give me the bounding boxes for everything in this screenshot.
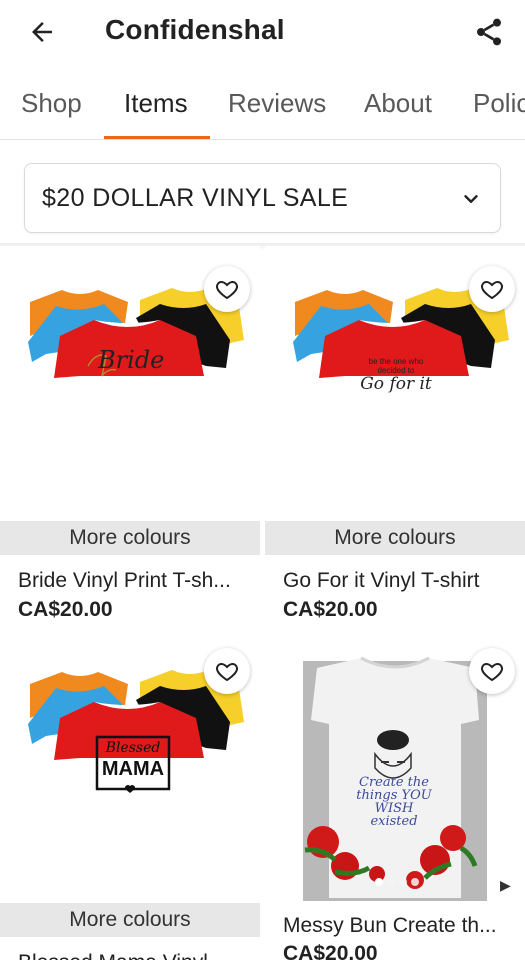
section-filter-bar: $20 DOLLAR VINYL SALE: [0, 140, 525, 246]
carousel-dot[interactable]: [375, 878, 383, 886]
favorite-button[interactable]: [469, 648, 515, 694]
back-button[interactable]: [22, 12, 62, 52]
chevron-down-icon: [464, 195, 478, 203]
shirt-print-text: Bride: [98, 346, 165, 374]
heart-icon: [216, 280, 238, 300]
listing-image[interactable]: Blessed MAMA: [0, 628, 260, 903]
shop-tabs: Shop Items Reviews About Policies: [0, 72, 525, 140]
tab-shop[interactable]: Shop: [21, 88, 82, 119]
listing-image[interactable]: Create the things YOU WISH existed: [265, 628, 525, 903]
listing-image[interactable]: be the one who decided to Go for it: [265, 246, 525, 521]
tab-items[interactable]: Items: [124, 88, 188, 119]
shirt-print-small-text: be the one who decided to: [368, 357, 424, 375]
heart-icon: [481, 280, 503, 300]
carousel-dot[interactable]: [411, 878, 419, 886]
listing-title[interactable]: Bride Vinyl Print T-sh...: [18, 569, 254, 593]
heart-icon: [216, 662, 238, 682]
more-colours-banner: More colours: [0, 521, 260, 555]
tab-reviews[interactable]: Reviews: [228, 88, 326, 119]
tab-policies[interactable]: Policies: [473, 88, 525, 119]
listing-title[interactable]: Go For it Vinyl T-shirt: [283, 569, 519, 593]
heart-icon: [481, 662, 503, 682]
tab-about[interactable]: About: [364, 88, 432, 119]
shirt-print-small-text: Blessed: [105, 740, 161, 756]
more-colours-banner: More colours: [0, 903, 260, 937]
carousel-next-icon[interactable]: ▶: [500, 877, 511, 894]
shop-title: Confidenshal: [105, 14, 285, 45]
listing-image[interactable]: Bride: [0, 246, 260, 521]
shirt-print-text: Create the things YOU WISH existed: [356, 775, 432, 829]
shirt-print-text: MAMA: [101, 758, 165, 780]
carousel-dot[interactable]: [387, 878, 395, 886]
listing-title[interactable]: Messy Bun Create th...: [283, 914, 519, 938]
listing-title[interactable]: Blessed Mama Vinyl ...: [18, 951, 254, 960]
more-colours-banner: More colours: [265, 521, 525, 555]
share-icon: [477, 18, 501, 46]
listing-price: CA$20.00: [18, 598, 113, 621]
image-carousel-dots: [375, 878, 419, 886]
share-button[interactable]: [467, 10, 511, 54]
favorite-button[interactable]: [204, 648, 250, 694]
arrow-left-icon: [32, 22, 52, 42]
listing-price: CA$20.00: [283, 942, 378, 960]
section-select-value: $20 DOLLAR VINYL SALE: [42, 183, 349, 212]
carousel-dot[interactable]: [399, 878, 407, 886]
favorite-button[interactable]: [204, 266, 250, 312]
app-bar: Confidenshal: [0, 0, 525, 66]
listing-price: CA$20.00: [283, 598, 378, 621]
shirt-print-text: Go for it: [360, 374, 432, 394]
section-select[interactable]: $20 DOLLAR VINYL SALE: [24, 163, 501, 233]
favorite-button[interactable]: [469, 266, 515, 312]
